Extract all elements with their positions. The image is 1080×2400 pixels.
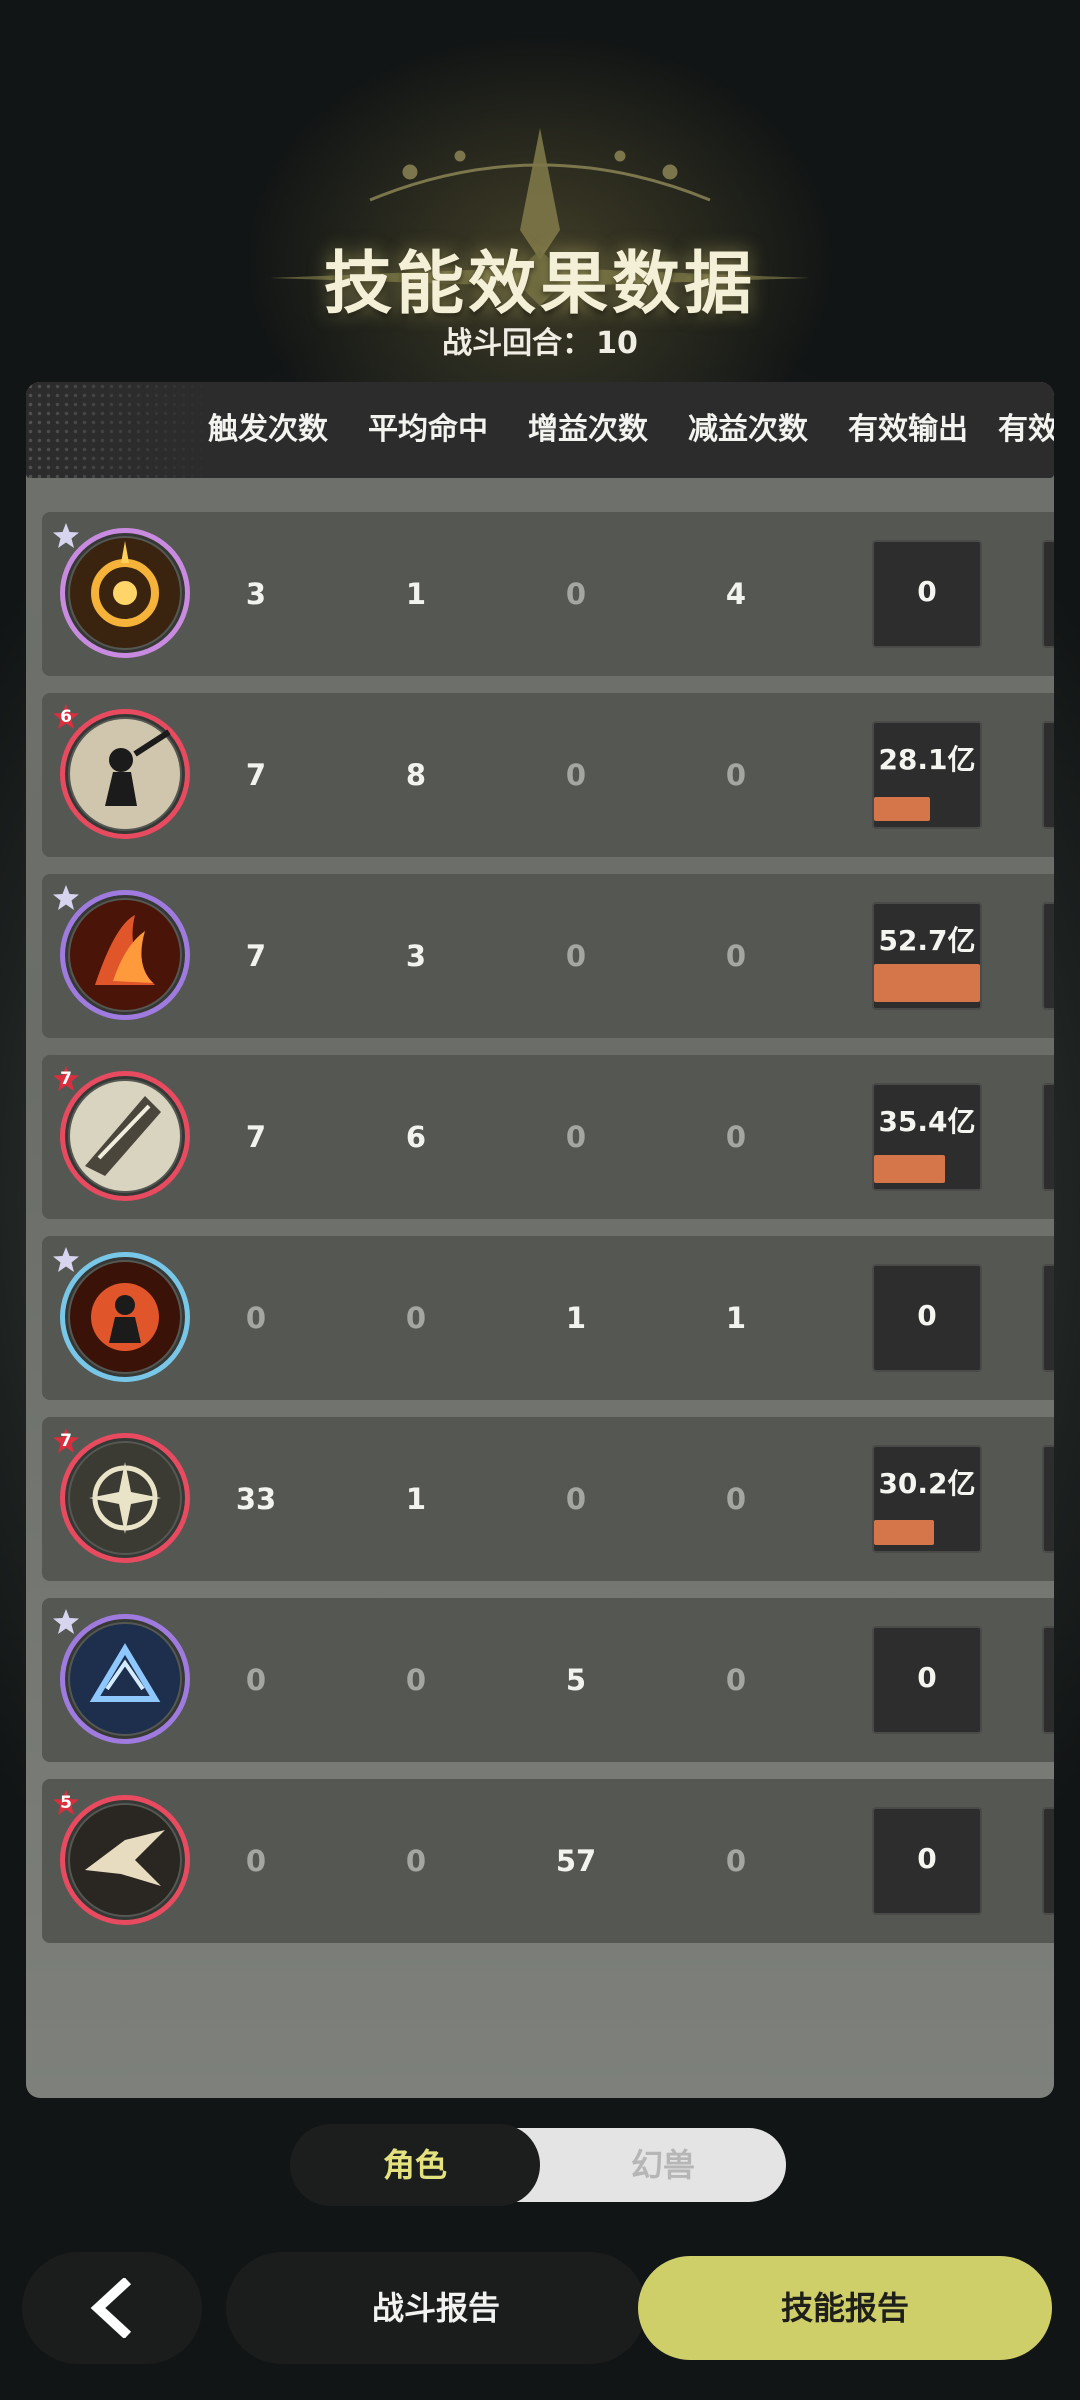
page-title: 技能效果数据 [323,245,756,324]
debuff-count-cell: 0 [725,1844,747,1878]
effective-output-value: 0 [917,1299,937,1332]
effective-output-bar [874,964,980,1002]
effective-output-box: 30.2亿 [872,1445,982,1553]
star-rank-number: 6 [60,707,72,727]
star-rank-badge: 7 [52,1427,80,1455]
col-trigger-count: 触发次数 [208,412,328,447]
buff-count-cell: 0 [565,577,587,611]
next-column-box [1042,1626,1054,1734]
average-hit-cell: 1 [405,1482,427,1516]
effective-output-value: 28.1亿 [878,743,976,776]
skill-row[interactable]: 0 0 5 0 0 [42,1598,1054,1762]
trigger-count-cell: 7 [245,939,267,973]
skill-report-button[interactable]: 技能报告 [638,2256,1052,2360]
average-hit-cell: 6 [405,1120,427,1154]
col-buff-count: 增益次数 [528,412,648,447]
skill-row[interactable]: 5 0 0 57 0 0 [42,1779,1054,1943]
debuff-count-cell: 0 [725,1482,747,1516]
average-hit-cell: 8 [405,758,427,792]
col-debuff-count: 减益次数 [688,412,808,447]
tab-beast[interactable]: 幻兽 [540,2128,786,2202]
buff-count-cell: 0 [565,939,587,973]
effective-output-bar [874,1154,946,1183]
trigger-count-cell: 3 [245,577,267,611]
star-rank-number: 7 [60,1431,72,1451]
average-hit-cell: 3 [405,939,427,973]
debuff-count-cell: 4 [725,577,747,611]
battle-round: 战斗回合： 10 [0,318,1080,362]
star-rank-badge: 7 [52,1065,80,1093]
round-value: 10 [596,326,638,361]
buff-count-cell: 57 [555,1844,597,1878]
table-header: 触发次数 平均命中 增益次数 减益次数 有效输出 有效 [26,382,1054,478]
chevron-left-icon [90,2278,132,2338]
trigger-count-cell: 0 [245,1301,267,1335]
star-rank-badge [52,522,80,550]
tab-role[interactable]: 角色 [290,2124,540,2206]
next-column-box [1042,721,1054,829]
effective-output-bar [874,1519,935,1545]
star-rank-number: 7 [60,1069,72,1089]
star-rank-badge [52,1246,80,1274]
star-rank-number: 5 [60,1793,72,1813]
effective-output-bar [874,797,931,821]
effective-output-box: 0 [872,540,982,648]
effective-output-box: 0 [872,1807,982,1915]
next-column-box [1042,902,1054,1010]
debuff-count-cell: 0 [725,1120,747,1154]
star-rank-badge: 6 [52,703,80,731]
skill-row[interactable]: 7 7 6 0 0 35.4亿 [42,1055,1054,1219]
effective-output-box: 0 [872,1626,982,1734]
next-column-box [1042,1264,1054,1372]
buff-count-cell: 0 [565,1120,587,1154]
debuff-count-cell: 0 [725,1663,747,1697]
star-rank-badge [52,1608,80,1636]
next-column-box [1042,1083,1054,1191]
skill-row[interactable]: 7 3 0 0 52.7亿 [42,874,1054,1038]
trigger-count-cell: 7 [245,1120,267,1154]
skill-row[interactable]: 3 1 0 4 0 [42,512,1054,676]
next-column-box [1042,1807,1054,1915]
col-effective-output: 有效输出 [848,412,968,447]
debuff-count-cell: 0 [725,758,747,792]
back-button[interactable] [22,2252,202,2364]
star-rank-badge: 5 [52,1789,80,1817]
effective-output-value: 0 [917,1661,937,1694]
effective-output-value: 35.4亿 [878,1105,976,1138]
average-hit-cell: 0 [405,1844,427,1878]
buff-count-cell: 5 [565,1663,587,1697]
effective-output-box: 28.1亿 [872,721,982,829]
star-rank-badge [52,884,80,912]
battle-report-button[interactable]: 战斗报告 [226,2252,646,2364]
buff-count-cell: 0 [565,758,587,792]
effective-output-value: 30.2亿 [878,1467,976,1500]
trigger-count-cell: 33 [235,1482,277,1516]
col-average-hit: 平均命中 [368,412,488,447]
skill-row[interactable]: 7 33 1 0 0 30.2亿 [42,1417,1054,1581]
buff-count-cell: 0 [565,1482,587,1516]
col-effective-more: 有效 [998,412,1054,447]
average-hit-cell: 0 [405,1301,427,1335]
effective-output-box: 0 [872,1264,982,1372]
average-hit-cell: 0 [405,1663,427,1697]
skill-data-panel[interactable]: 触发次数 平均命中 增益次数 减益次数 有效输出 有效 3 1 0 4 0 6 7 8 0 0 28… [26,382,1054,2098]
skill-row[interactable]: 0 0 1 1 0 [42,1236,1054,1400]
effective-output-box: 52.7亿 [872,902,982,1010]
debuff-count-cell: 1 [725,1301,747,1335]
trigger-count-cell: 7 [245,758,267,792]
trigger-count-cell: 0 [245,1663,267,1697]
effective-output-value: 0 [917,1842,937,1875]
role-beast-toggle[interactable]: 角色 幻兽 [290,2124,786,2206]
buff-count-cell: 1 [565,1301,587,1335]
next-column-box [1042,1445,1054,1553]
debuff-count-cell: 0 [725,939,747,973]
effective-output-value: 0 [917,575,937,608]
round-label: 战斗回合： [442,326,593,361]
next-column-box [1042,540,1054,648]
average-hit-cell: 1 [405,577,427,611]
trigger-count-cell: 0 [245,1844,267,1878]
skill-row[interactable]: 6 7 8 0 0 28.1亿 [42,693,1054,857]
effective-output-box: 35.4亿 [872,1083,982,1191]
